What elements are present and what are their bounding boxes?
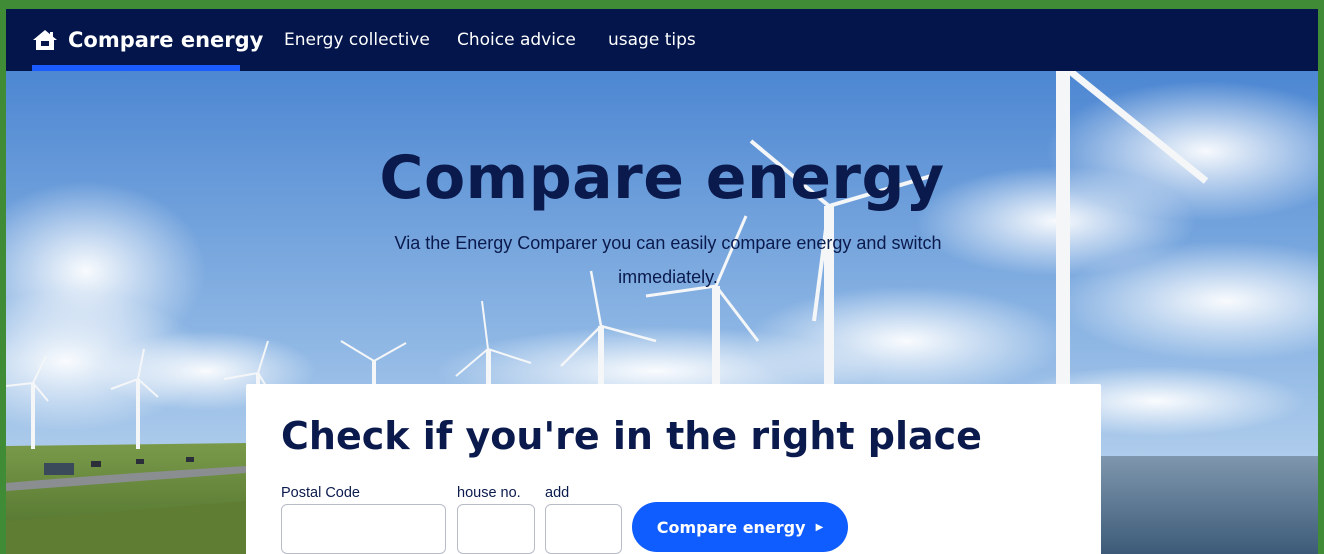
hero-subtitle: Via the Energy Comparer you can easily c…	[394, 233, 942, 287]
addition-input[interactable]	[545, 504, 622, 554]
postal-code-input[interactable]	[281, 504, 446, 554]
home-icon	[33, 30, 57, 50]
form-title: Check if you're in the right place	[281, 414, 982, 458]
nav-link-choice-advice[interactable]: Choice advice	[457, 9, 576, 71]
addition-label: add	[545, 485, 570, 501]
compare-energy-button[interactable]: Compare energy ▶	[632, 502, 848, 552]
chevron-right-icon: ▶	[815, 521, 824, 533]
browser-viewport: Compare energy Energy collective Choice …	[6, 9, 1318, 554]
house-number-input[interactable]	[457, 504, 535, 554]
brand-label: Compare energy	[68, 28, 264, 52]
nav-link-usage-tips[interactable]: usage tips	[608, 9, 696, 71]
postal-code-label: Postal Code	[281, 485, 360, 501]
compare-energy-button-label: Compare energy	[656, 517, 806, 537]
address-check-card: Check if you're in the right place Posta…	[246, 384, 1101, 554]
hero-title: Compare energy	[379, 143, 945, 213]
house-number-label: house no.	[457, 485, 521, 501]
top-navigation: Compare energy Energy collective Choice …	[6, 9, 1318, 71]
brand-link[interactable]: Compare energy	[32, 9, 263, 71]
nav-link-energy-collective[interactable]: Energy collective	[284, 9, 430, 71]
